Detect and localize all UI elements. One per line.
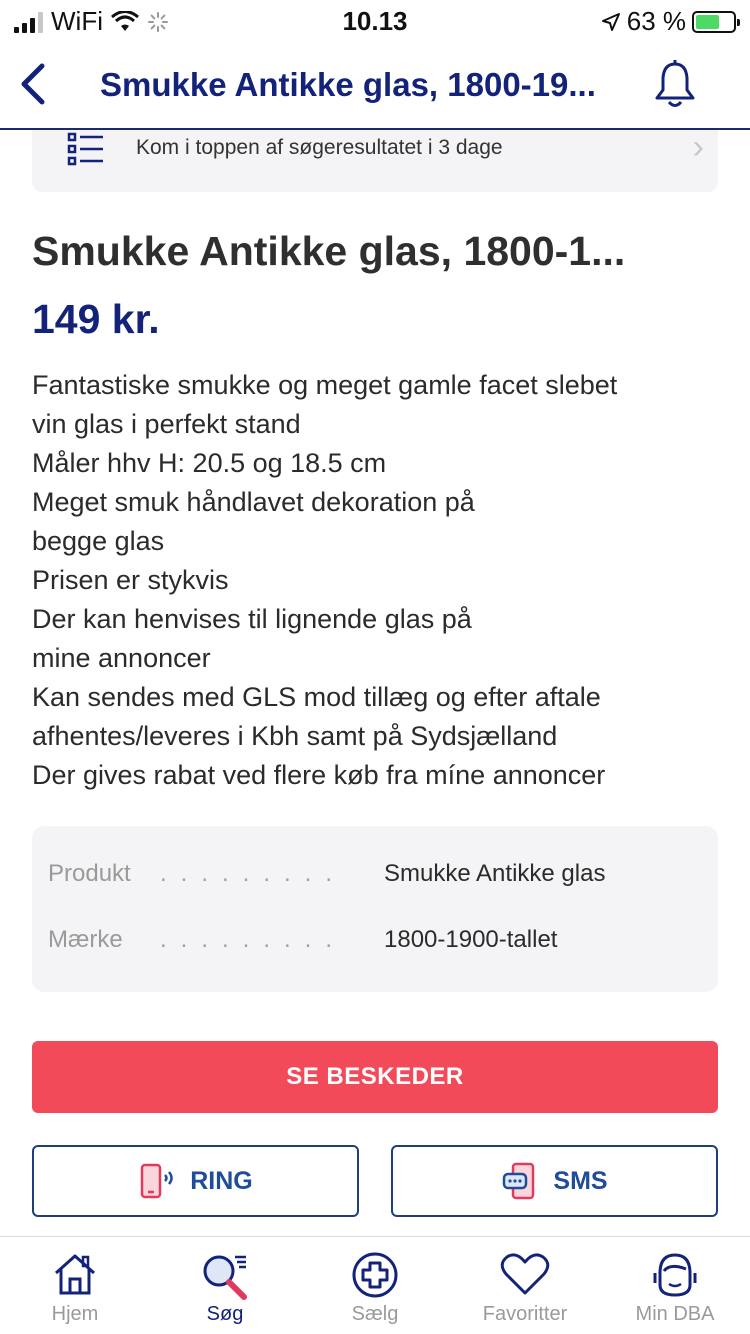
spec-value: Smukke Antikke glas (384, 860, 606, 887)
location-arrow-icon (601, 12, 620, 31)
spec-value: 1800-1900-tallet (384, 926, 558, 953)
description-line: afhentes/leveres i Kbh samt på Sydsjælla… (32, 721, 558, 751)
tab-label: Min DBA (635, 1303, 715, 1325)
home-icon (54, 1254, 96, 1295)
ring-button[interactable]: RING (32, 1145, 359, 1217)
spec-row-produkt: Produkt ......... Smukke Antikke glas (48, 860, 708, 900)
tab-favorites[interactable]: Favoritter (450, 1237, 600, 1334)
tab-search[interactable]: Søg (150, 1237, 300, 1334)
see-messages-button[interactable]: SE BESKEDER (32, 1041, 718, 1113)
chevron-right-icon: › (692, 128, 704, 166)
list-icon (67, 132, 103, 166)
sms-icon (503, 1162, 535, 1200)
spec-row-maerke: Mærke ......... 1800-1900-tallet (48, 926, 708, 966)
description-line: Kan sendes med GLS mod tillæg og efter a… (32, 682, 601, 712)
status-bar: WiFi 10.13 63 % (0, 0, 750, 44)
tab-label: Sælg (351, 1303, 399, 1325)
status-right: 63 % (601, 6, 740, 37)
description-line: begge glas (32, 526, 165, 556)
heart-icon (500, 1253, 550, 1295)
listing-description: Fantastiske smukke og meget gamle facet … (32, 366, 732, 795)
listing-title: Smukke Antikke glas, 1800-1... (32, 228, 626, 274)
tab-sell[interactable]: Sælg (300, 1237, 450, 1334)
tab-min-dba[interactable]: Min DBA (600, 1237, 750, 1334)
description-line: Måler hhv H: 20.5 og 18.5 cm (32, 448, 387, 478)
description-line: Fantastiske smukke og meget gamle facet … (32, 370, 618, 400)
user-icon (653, 1253, 697, 1297)
promo-text: Kom i toppen af søgeresultatet i 3 dage (136, 136, 503, 159)
phone-ring-icon (141, 1163, 173, 1199)
listing-price: 149 kr. (32, 296, 160, 342)
nav-bar: Smukke Antikke glas, 1800-19... (0, 44, 750, 130)
battery-percent: 63 % (626, 6, 686, 36)
back-chevron-icon[interactable] (14, 62, 58, 106)
sms-label: SMS (553, 1166, 608, 1195)
description-line: vin glas i perfekt stand (32, 409, 301, 439)
spec-dots: ......... (160, 860, 347, 887)
ring-label: RING (190, 1166, 253, 1195)
tab-label: Søg (206, 1303, 244, 1325)
tab-bar: Hjem Søg Sælg Favoritter Min DBA (0, 1236, 750, 1334)
sms-button[interactable]: SMS (391, 1145, 718, 1217)
description-line: Der kan henvises til lignende glas på (32, 604, 472, 634)
description-line: Der gives rabat ved flere køb fra míne a… (32, 760, 606, 790)
spec-dots: ......... (160, 926, 347, 953)
tab-label: Favoritter (482, 1303, 568, 1325)
plus-circle-icon (352, 1252, 398, 1298)
spec-label: Mærke (48, 926, 123, 953)
battery-icon (692, 10, 740, 33)
spec-label: Produkt (48, 860, 131, 887)
description-line: mine annoncer (32, 643, 211, 673)
nav-title: Smukke Antikke glas, 1800-19... (100, 66, 596, 103)
tab-home[interactable]: Hjem (0, 1237, 150, 1334)
description-line: Prisen er stykvis (32, 565, 229, 595)
bell-icon[interactable] (652, 60, 698, 110)
search-icon (203, 1255, 247, 1300)
promo-card[interactable]: Kom i toppen af søgeresultatet i 3 dage … (32, 128, 718, 192)
specs-table: Produkt ......... Smukke Antikke glas Mæ… (32, 826, 718, 992)
tab-label: Hjem (51, 1303, 99, 1325)
description-line: Meget smuk håndlavet dekoration på (32, 487, 475, 517)
